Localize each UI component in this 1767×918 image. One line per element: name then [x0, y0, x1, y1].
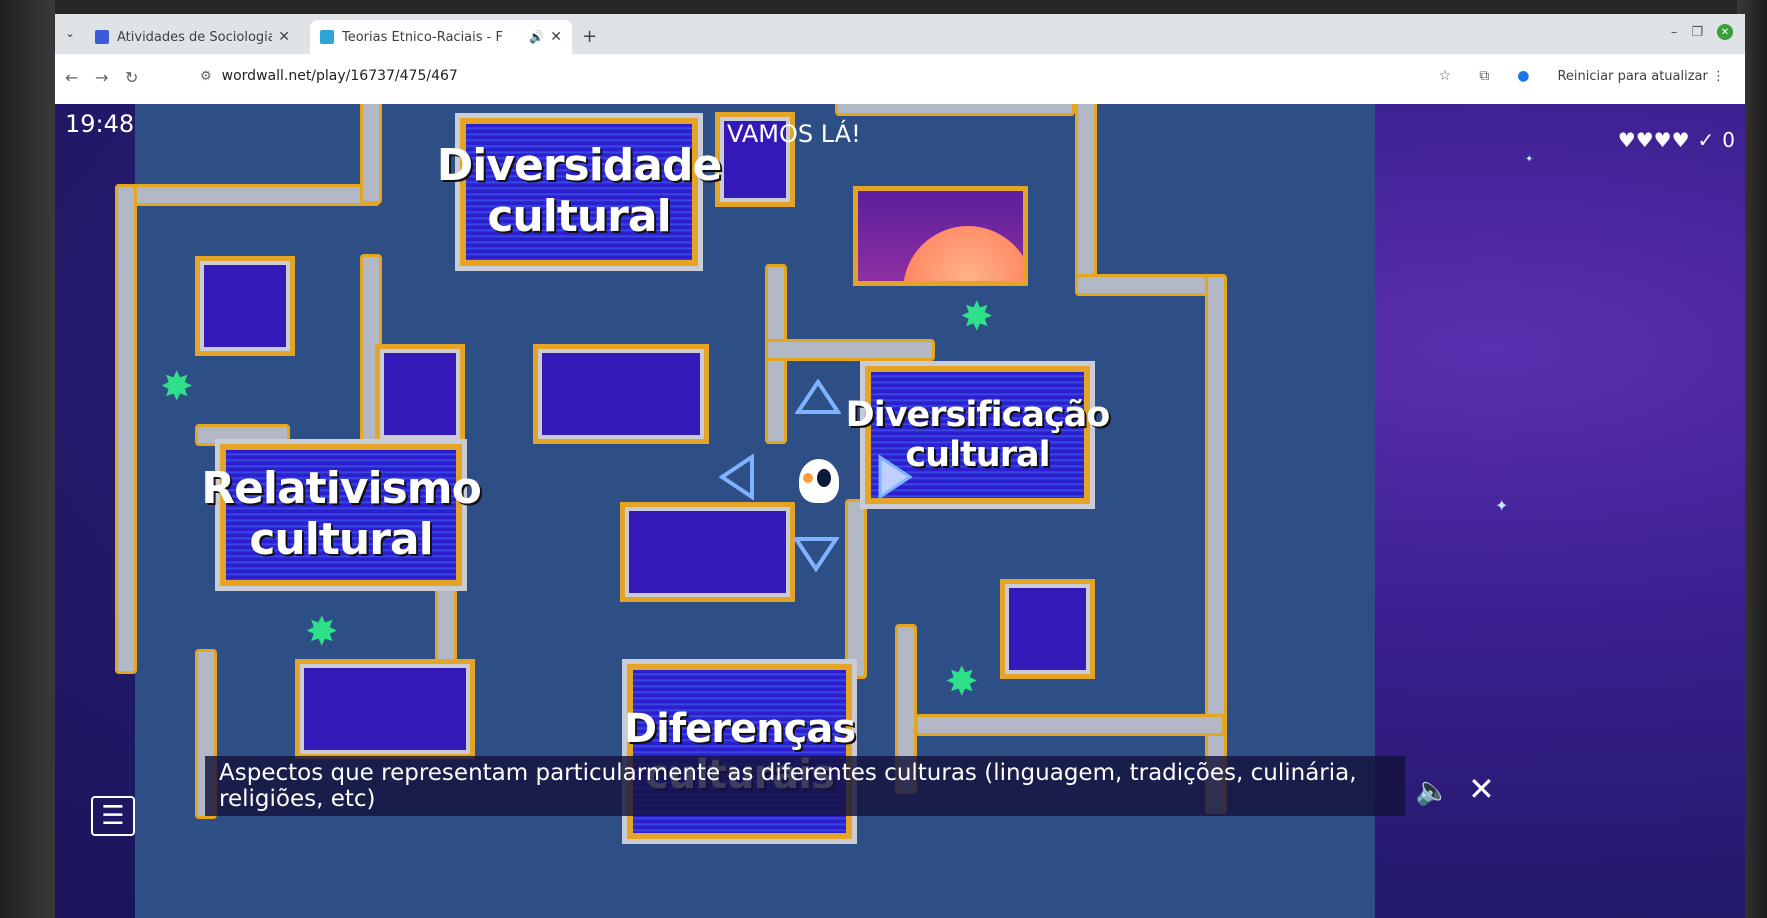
- maze-wall: [845, 499, 867, 679]
- arrow-down-icon[interactable]: [793, 536, 839, 572]
- sun-image: [903, 226, 1023, 281]
- bookmark-star-icon[interactable]: ☆: [1439, 68, 1452, 84]
- lives-hearts-icon: ♥♥♥♥: [1617, 128, 1690, 152]
- question-bar: Aspectos que representam particularmente…: [205, 756, 1405, 816]
- back-icon[interactable]: ←: [65, 68, 78, 87]
- extensions-icon[interactable]: ⧉: [1479, 68, 1489, 84]
- timer: 19:48: [65, 110, 135, 138]
- forward-icon[interactable]: →: [95, 68, 108, 87]
- minimize-icon[interactable]: –: [1671, 25, 1678, 40]
- close-tab-icon[interactable]: ✕: [278, 29, 290, 45]
- menu-button[interactable]: ☰: [91, 796, 135, 836]
- maze-wall: [195, 424, 290, 446]
- tab-atividades[interactable]: Atividades de Sociologia - 2 ✕: [85, 20, 300, 54]
- maze-wall: [115, 184, 137, 674]
- arrow-right-icon[interactable]: [877, 454, 913, 500]
- close-tab-icon[interactable]: ✕: [550, 29, 562, 45]
- toolbar-right: ☆ ⧉ ● Reiniciar para atualizar ⋮: [1439, 68, 1725, 84]
- tab-title: Teorias Étnico-Raciais - F: [342, 29, 503, 45]
- tab-search-icon[interactable]: ⌄: [65, 26, 75, 40]
- close-icon[interactable]: ✕: [1468, 770, 1495, 808]
- site-settings-icon[interactable]: ⚙: [200, 69, 212, 84]
- window-controls: – ❐ ✕: [1671, 24, 1733, 40]
- maze-wall: [115, 184, 380, 206]
- maze-panel: [195, 256, 295, 356]
- answer-relativismo-cultural[interactable]: Relativismo cultural: [201, 444, 482, 586]
- question-text: Aspectos que representam particularmente…: [219, 760, 1357, 812]
- close-window-icon[interactable]: ✕: [1717, 24, 1733, 40]
- maze-wall: [765, 339, 935, 361]
- enemy-alien-icon: ✸: [945, 659, 979, 705]
- maze-wall: [915, 714, 1225, 736]
- profile-icon[interactable]: ●: [1517, 68, 1529, 84]
- arrow-left-icon[interactable]: [719, 454, 755, 500]
- monitor-bezel-top: [0, 0, 1767, 14]
- screen: ⌄ Atividades de Sociologia - 2 ✕ Teorias…: [55, 14, 1745, 918]
- maze-wall: [360, 104, 382, 204]
- url-text: wordwall.net/play/16737/475/467: [221, 68, 458, 84]
- tab-strip: ⌄ Atividades de Sociologia - 2 ✕ Teorias…: [55, 14, 1745, 54]
- star-icon: ✦: [1525, 154, 1534, 165]
- maze-panel: [1000, 579, 1095, 679]
- sunset-panel: [853, 186, 1028, 286]
- maze-panel: [295, 659, 475, 759]
- maze-panel: [620, 502, 795, 602]
- check-icon: ✓: [1697, 128, 1715, 152]
- new-tab-button[interactable]: +: [582, 26, 597, 47]
- star-icon: ✦: [1495, 496, 1509, 515]
- audio-playing-icon[interactable]: 🔊: [529, 30, 544, 44]
- maze-panel: [375, 344, 465, 444]
- tab-teorias[interactable]: Teorias Étnico-Raciais - F 🔊 ✕: [310, 20, 572, 54]
- score-hud: ♥♥♥♥ ✓ 0: [1618, 128, 1735, 152]
- maze-panel: [533, 344, 709, 444]
- enemy-alien-icon: ✸: [160, 364, 194, 410]
- game-area: ✦ ✦ ✦ ✦ ✦ ✦ D: [55, 104, 1745, 918]
- wordwall-icon: [320, 30, 334, 44]
- address-bar[interactable]: ⚙ wordwall.net/play/16737/475/467: [200, 68, 458, 84]
- sites-icon: [95, 30, 109, 44]
- maze-wall: [835, 104, 1075, 116]
- arrow-up-icon[interactable]: [795, 379, 841, 415]
- maze-wall: [1075, 104, 1097, 284]
- score-value: 0: [1722, 128, 1735, 152]
- restore-icon[interactable]: ❐: [1691, 25, 1703, 40]
- banner-text: VAMOS LÁ!: [727, 120, 861, 148]
- restart-to-update-button[interactable]: Reiniciar para atualizar ⋮: [1557, 69, 1725, 84]
- browser-toolbar: ← → ↻ ⚙ wordwall.net/play/16737/475/467 …: [55, 54, 1745, 105]
- tab-title: Atividades de Sociologia - 2: [117, 29, 273, 45]
- player-astronaut: [799, 459, 839, 503]
- monitor-bezel-left: [0, 0, 55, 918]
- answer-diversidade-cultural[interactable]: Diversidade cultural: [437, 118, 722, 266]
- enemy-alien-icon: ✸: [305, 609, 339, 655]
- reload-icon[interactable]: ↻: [125, 68, 138, 87]
- maze-wall: [1075, 274, 1225, 296]
- speaker-icon[interactable]: 🔈: [1415, 774, 1450, 807]
- enemy-alien-icon: ✸: [960, 294, 994, 340]
